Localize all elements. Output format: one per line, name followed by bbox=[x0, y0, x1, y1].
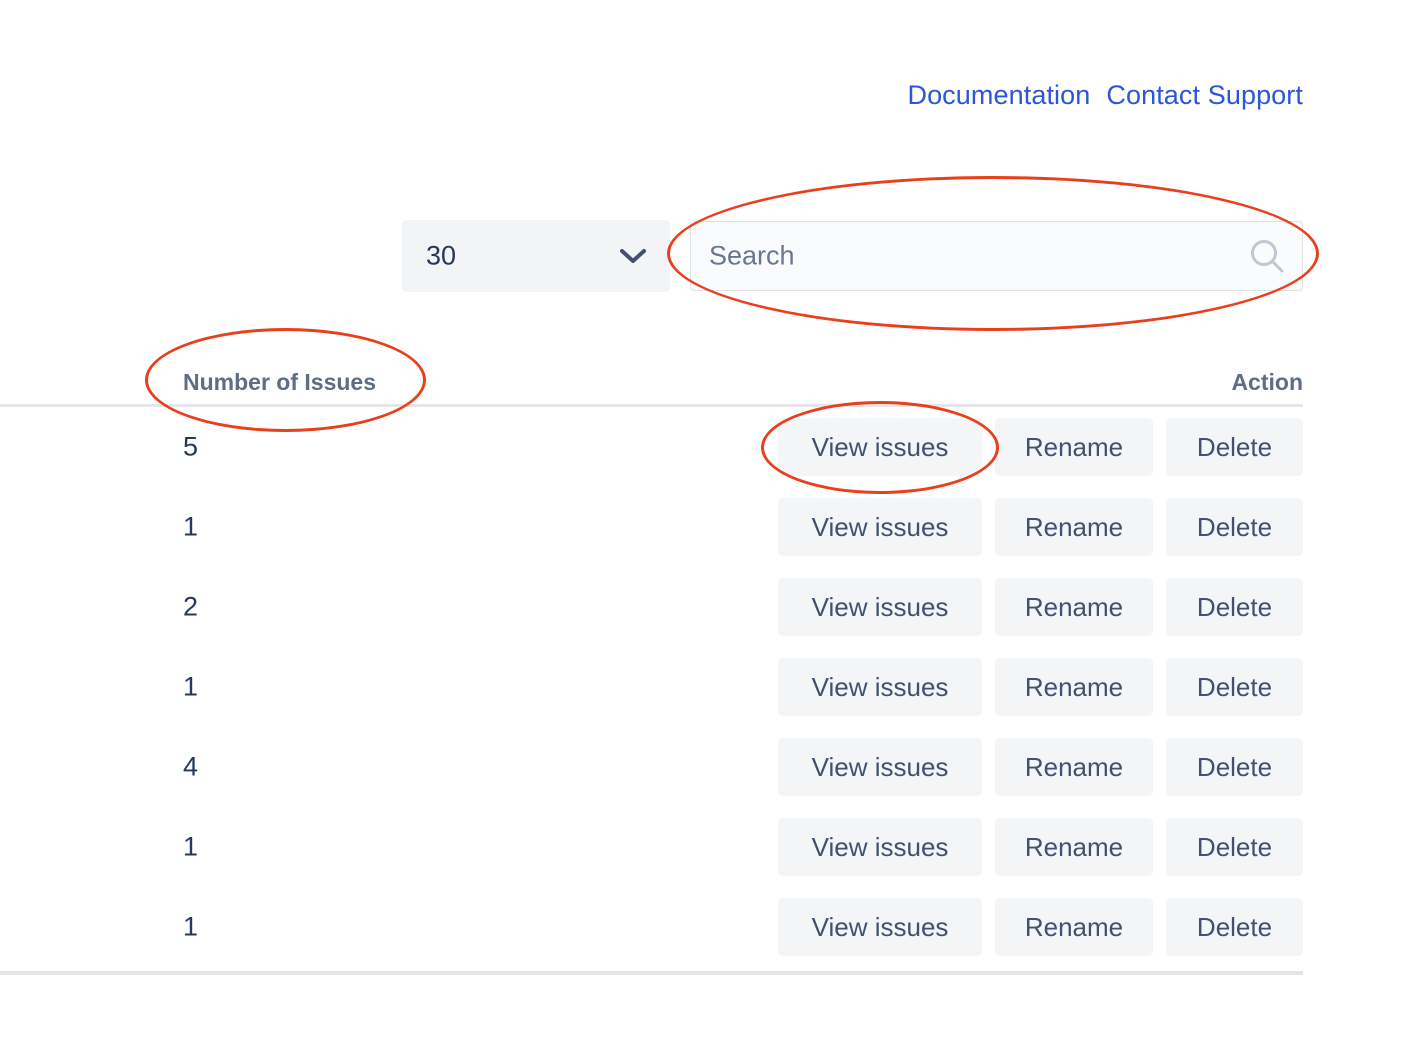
rename-button[interactable]: Rename bbox=[995, 818, 1153, 876]
delete-button[interactable]: Delete bbox=[1166, 818, 1303, 876]
issue-count-cell: 2 bbox=[183, 591, 199, 622]
table-row: 2 View issues Rename Delete bbox=[0, 567, 1303, 647]
view-issues-button[interactable]: View issues bbox=[778, 818, 982, 876]
delete-button[interactable]: Delete bbox=[1166, 658, 1303, 716]
view-issues-button[interactable]: View issues bbox=[778, 898, 982, 956]
search-icon[interactable] bbox=[1248, 237, 1286, 275]
table-row: 1 View issues Rename Delete bbox=[0, 647, 1303, 727]
table-row: 5 View issues Rename Delete bbox=[0, 407, 1303, 487]
view-issues-button[interactable]: View issues bbox=[778, 498, 982, 556]
row-actions: View issues Rename Delete bbox=[778, 738, 1303, 796]
table-body: 5 View issues Rename Delete 1 View issue… bbox=[0, 407, 1303, 967]
delete-button[interactable]: Delete bbox=[1166, 498, 1303, 556]
row-actions: View issues Rename Delete bbox=[778, 578, 1303, 636]
view-issues-button[interactable]: View issues bbox=[778, 658, 982, 716]
row-actions: View issues Rename Delete bbox=[778, 498, 1303, 556]
rename-button[interactable]: Rename bbox=[995, 658, 1153, 716]
issues-table: Number of Issues Action 5 View issues Re… bbox=[0, 350, 1303, 967]
search-placeholder: Search bbox=[709, 240, 795, 271]
page-size-select[interactable]: 30 bbox=[402, 220, 670, 292]
delete-button[interactable]: Delete bbox=[1166, 578, 1303, 636]
top-navigation: Documentation Contact Support bbox=[0, 78, 1303, 112]
contact-support-link[interactable]: Contact Support bbox=[1106, 80, 1303, 110]
search-input[interactable]: Search bbox=[690, 221, 1303, 291]
rename-button[interactable]: Rename bbox=[995, 898, 1153, 956]
rename-button[interactable]: Rename bbox=[995, 578, 1153, 636]
rename-button[interactable]: Rename bbox=[995, 498, 1153, 556]
delete-button[interactable]: Delete bbox=[1166, 898, 1303, 956]
column-header-number-of-issues: Number of Issues bbox=[183, 369, 376, 395]
chevron-down-icon bbox=[620, 248, 646, 264]
table-bottom-divider bbox=[0, 971, 1303, 975]
documentation-link[interactable]: Documentation bbox=[907, 80, 1090, 110]
issue-count-cell: 5 bbox=[183, 431, 199, 462]
table-header-row: Number of Issues Action bbox=[0, 350, 1303, 407]
row-actions: View issues Rename Delete bbox=[778, 418, 1303, 476]
table-row: 1 View issues Rename Delete bbox=[0, 487, 1303, 567]
page-size-value: 30 bbox=[426, 240, 457, 271]
table-row: 1 View issues Rename Delete bbox=[0, 807, 1303, 887]
delete-button[interactable]: Delete bbox=[1166, 738, 1303, 796]
issue-count-cell: 1 bbox=[183, 831, 199, 862]
rename-button[interactable]: Rename bbox=[995, 418, 1153, 476]
row-actions: View issues Rename Delete bbox=[778, 818, 1303, 876]
column-header-action: Action bbox=[1231, 369, 1303, 395]
table-row: 4 View issues Rename Delete bbox=[0, 727, 1303, 807]
page-root: Documentation Contact Support 30 Search N… bbox=[0, 0, 1414, 1040]
view-issues-button[interactable]: View issues bbox=[778, 578, 982, 636]
issue-count-cell: 1 bbox=[183, 511, 199, 542]
delete-button[interactable]: Delete bbox=[1166, 418, 1303, 476]
issue-count-cell: 1 bbox=[183, 671, 199, 702]
table-row: 1 View issues Rename Delete bbox=[0, 887, 1303, 967]
row-actions: View issues Rename Delete bbox=[778, 898, 1303, 956]
row-actions: View issues Rename Delete bbox=[778, 658, 1303, 716]
view-issues-button[interactable]: View issues bbox=[778, 418, 982, 476]
issue-count-cell: 4 bbox=[183, 751, 199, 782]
rename-button[interactable]: Rename bbox=[995, 738, 1153, 796]
view-issues-button[interactable]: View issues bbox=[778, 738, 982, 796]
issue-count-cell: 1 bbox=[183, 911, 199, 942]
